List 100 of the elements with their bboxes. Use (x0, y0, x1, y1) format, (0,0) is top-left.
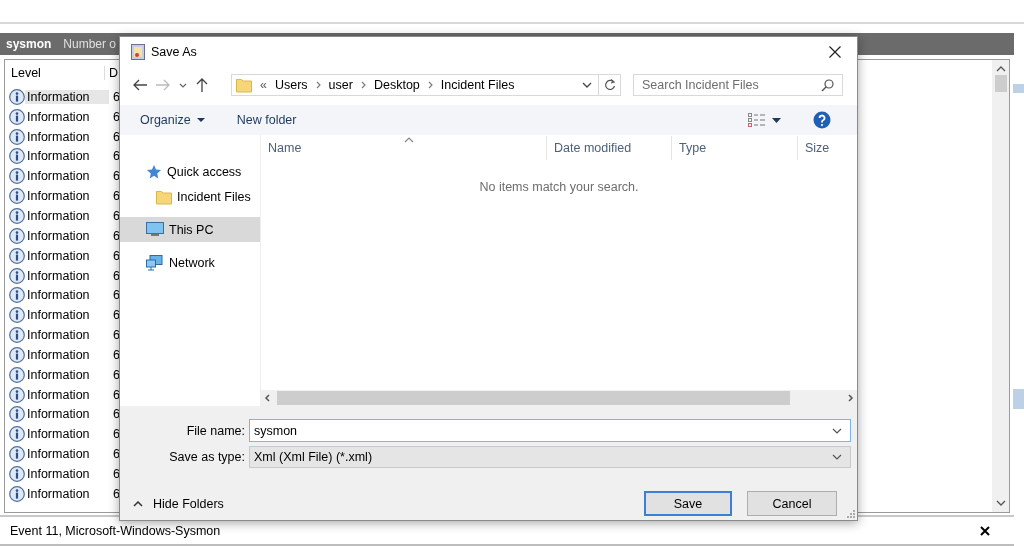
column-header[interactable]: D (105, 66, 119, 80)
scrollbar[interactable] (992, 60, 1009, 512)
table-cell[interactable]: Information (25, 169, 109, 184)
save-type-dropdown[interactable]: Xml (Xml File) (*.xml) (249, 446, 851, 468)
breadcrumb-item[interactable]: Incident Files (440, 78, 515, 92)
dialog-button[interactable]: Cancel (747, 491, 837, 516)
table-cell-text: 6 (112, 466, 120, 481)
breadcrumb-item[interactable]: Users (274, 78, 308, 92)
table-cell[interactable]: Information (25, 328, 109, 343)
table-cell[interactable]: Information (25, 288, 109, 303)
scrollbar-thumb[interactable] (994, 75, 1007, 92)
address-bar[interactable]: « Users user Desktop Incident Files (231, 74, 621, 96)
folder-icon (156, 188, 172, 205)
close-icon (829, 46, 841, 58)
table-cell-text: 6 (112, 89, 120, 104)
table-cell-text: 6 (112, 109, 120, 124)
up-button[interactable] (196, 78, 208, 92)
network-icon (146, 254, 164, 271)
info-icon (9, 88, 25, 105)
file-name-field[interactable]: sysmon (249, 419, 851, 442)
chevron-down-icon (179, 82, 187, 88)
column-header[interactable]: Date modified (546, 136, 671, 160)
info-icon (9, 287, 25, 304)
refresh-icon (603, 79, 616, 91)
info-icon (9, 386, 25, 403)
dialog-title: Save As (151, 45, 198, 59)
breadcrumb-item[interactable]: user (328, 78, 353, 92)
horizontal-scrollbar[interactable] (261, 390, 857, 406)
event-count-label: Number o (63, 37, 117, 51)
caret-down-icon (196, 118, 205, 122)
info-icon (9, 307, 25, 324)
monitor-icon (146, 222, 164, 237)
info-icon (9, 208, 25, 224)
table-cell-text: 6 (112, 288, 120, 303)
table-cell[interactable]: Information (25, 347, 109, 362)
info-icon (9, 406, 25, 423)
toolbar-button[interactable]: New folder (230, 109, 303, 131)
info-icon (9, 168, 25, 185)
table-cell[interactable]: Information (25, 387, 109, 402)
column-header[interactable]: Name (261, 136, 546, 160)
table-cell[interactable]: Information (25, 427, 109, 442)
navigation-item[interactable]: Incident Files (120, 184, 260, 209)
navigation-item[interactable]: This PC (120, 217, 260, 242)
table-cell-text: 6 (112, 308, 120, 323)
table-cell[interactable]: Information (25, 209, 109, 223)
chevron-right-icon (360, 81, 366, 89)
log-name: sysmon (6, 37, 52, 51)
chevron-down-icon (832, 428, 842, 434)
scroll-down-icon (995, 500, 1006, 506)
table-cell-text: 6 (112, 209, 120, 223)
table-cell[interactable]: Information (25, 407, 109, 422)
info-icon (9, 227, 25, 244)
table-cell[interactable]: Information (25, 129, 109, 144)
resize-grip-icon (846, 509, 855, 518)
info-icon (9, 327, 25, 344)
table-cell[interactable]: Information (25, 268, 109, 283)
info-icon (9, 346, 25, 363)
dialog-button[interactable]: Save (644, 491, 732, 516)
table-cell-text: 6 (112, 347, 120, 362)
table-cell[interactable]: Information (25, 466, 109, 481)
info-icon (9, 446, 25, 463)
info-icon (9, 465, 25, 482)
table-cell-text: 6 (112, 367, 120, 382)
table-cell[interactable]: Information (25, 149, 109, 164)
table-cell-text: 6 (112, 149, 120, 164)
column-header[interactable]: Level (5, 66, 105, 80)
column-header[interactable]: Type (671, 136, 797, 160)
chevron-right-icon (427, 81, 433, 89)
search-field[interactable]: Search Incident Files (633, 74, 843, 96)
navigation-item[interactable]: Quick access (120, 159, 260, 184)
scroll-up-icon (995, 66, 1006, 72)
table-cell[interactable]: Information (25, 248, 109, 263)
hide-folders-button[interactable]: Hide Folders (133, 496, 224, 511)
chevron-right-icon (315, 81, 321, 89)
document-icon (131, 44, 145, 60)
overflow-chevron[interactable]: « (260, 78, 267, 92)
table-cell-text: 6 (112, 387, 120, 402)
table-cell[interactable]: Information (25, 486, 109, 501)
table-cell[interactable]: Information (25, 447, 109, 462)
table-cell-text: 6 (112, 169, 120, 184)
back-button[interactable] (133, 79, 147, 91)
recent-locations-button[interactable] (179, 82, 187, 88)
table-cell[interactable]: Information (25, 189, 109, 204)
table-cell[interactable]: Information (25, 89, 109, 104)
table-cell-text: 6 (112, 486, 120, 501)
table-cell[interactable]: Information (25, 367, 109, 382)
table-cell-text: 6 (112, 328, 120, 343)
navigation-item[interactable]: Network (120, 250, 260, 275)
info-icon (9, 366, 25, 383)
column-header[interactable]: Size (797, 136, 857, 160)
empty-message: No items match your search. (479, 180, 639, 196)
menu-button[interactable]: Organize (134, 109, 211, 131)
chevron-down-icon (832, 454, 842, 460)
save-type-label: Save as type: (168, 450, 245, 464)
breadcrumb-item[interactable]: Desktop (373, 78, 420, 92)
caret-down-icon (772, 117, 781, 123)
table-cell[interactable]: Information (25, 109, 109, 124)
table-cell-text: 6 (112, 427, 120, 442)
table-cell[interactable]: Information (25, 228, 109, 243)
table-cell[interactable]: Information (25, 308, 109, 323)
